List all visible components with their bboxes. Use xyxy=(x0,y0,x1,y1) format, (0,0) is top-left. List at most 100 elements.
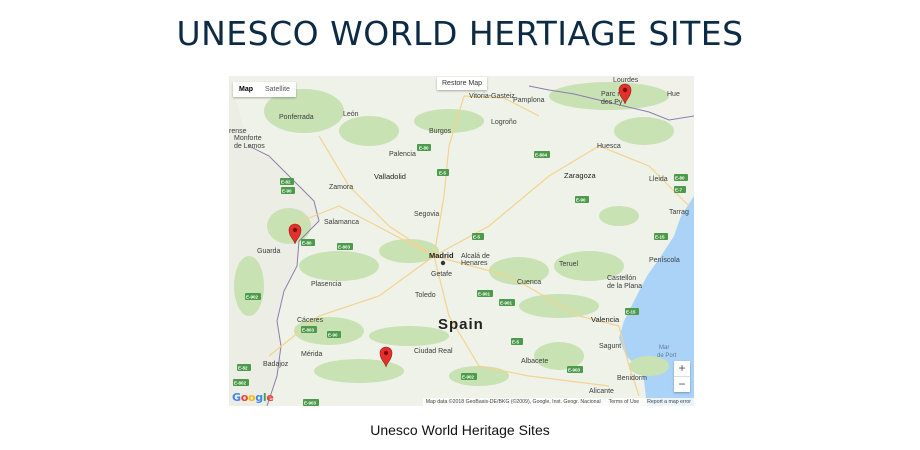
place-toledo: Toledo xyxy=(415,292,436,299)
road-shield: E-902 xyxy=(461,373,477,380)
place-segovia: Segovia xyxy=(414,211,439,218)
svg-text:E-902: E-902 xyxy=(246,295,259,300)
place-plasencia: Plasencia xyxy=(311,281,341,288)
capital-dot xyxy=(440,260,446,266)
place-castellon1: Castellón xyxy=(607,275,636,282)
place-huesca: Huesca xyxy=(597,143,621,150)
place-alcala2: Henares xyxy=(461,260,488,267)
road-shield: E-90 xyxy=(327,331,341,338)
svg-text:E-802: E-802 xyxy=(234,381,247,386)
road-shield: E-803 xyxy=(337,243,353,250)
road-shield: E-903 xyxy=(567,366,583,373)
road-shield: E-90 xyxy=(575,196,589,203)
road-shield: E-5 xyxy=(437,169,449,176)
place-parc2: des Py xyxy=(601,99,623,106)
place-lemos: de Lemos xyxy=(234,143,265,150)
terms-of-use-link[interactable]: Terms of Use xyxy=(609,399,640,405)
zoom-in-button[interactable]: + xyxy=(674,361,690,376)
place-salamanca: Salamanca xyxy=(324,219,359,226)
road-shield: E-802 xyxy=(233,379,249,386)
sea-label-2: de Port xyxy=(657,353,677,359)
road-shield: E-902 xyxy=(245,293,261,300)
place-palencia: Palencia xyxy=(389,151,416,158)
place-ponferrada: Ponferrada xyxy=(279,114,314,121)
svg-text:E-80: E-80 xyxy=(419,146,429,151)
road-shield: E-803 xyxy=(301,326,317,333)
place-sagunt: Sagunt xyxy=(599,343,621,350)
svg-text:E-5: E-5 xyxy=(439,171,447,176)
road-shield: E-5 xyxy=(472,233,484,240)
road-shield: E-80 xyxy=(417,144,431,151)
place-vitoria: Vitoria-Gasteiz xyxy=(469,93,515,100)
map-widget[interactable]: Mar de Port Vitoria-Gasteiz Pamplona Lou… xyxy=(229,76,694,406)
svg-text:E-903: E-903 xyxy=(568,368,581,373)
place-cuenca: Cuenca xyxy=(517,279,541,286)
road-shield: E-804 xyxy=(534,151,550,158)
place-zaragoza: Zaragoza xyxy=(564,171,597,180)
place-benidorm: Benidorm xyxy=(617,375,647,382)
svg-text:E-902: E-902 xyxy=(462,375,475,380)
svg-text:E-80: E-80 xyxy=(302,241,312,246)
place-alcala1: Alcalá de xyxy=(461,253,490,260)
place-logrono: Logroño xyxy=(491,119,517,126)
place-madrid: Madrid xyxy=(429,251,454,260)
place-valladolid: Valladolid xyxy=(374,172,406,181)
google-logo[interactable]: Google xyxy=(232,391,274,404)
svg-text:E-90: E-90 xyxy=(282,189,292,194)
svg-text:E-15: E-15 xyxy=(655,235,665,240)
svg-text:E-82: E-82 xyxy=(238,366,248,371)
road-shield: E-90 xyxy=(281,187,295,194)
zoom-control: + − xyxy=(674,361,690,392)
place-merida: Mérida xyxy=(301,351,323,358)
place-alicante: Alicante xyxy=(589,388,614,395)
svg-text:E-90: E-90 xyxy=(576,198,586,203)
svg-text:E-804: E-804 xyxy=(535,153,548,158)
place-burgos: Burgos xyxy=(429,128,452,135)
svg-text:E-901: E-901 xyxy=(500,301,513,306)
place-castellon2: de la Plana xyxy=(607,283,642,290)
place-monforte: Monforte xyxy=(234,135,262,142)
place-lleida: Lleida xyxy=(649,176,668,183)
road-shield: E-80 xyxy=(674,174,688,181)
svg-text:E-82: E-82 xyxy=(281,180,291,185)
road-shield: E-82 xyxy=(280,178,294,185)
map-type-map-button[interactable]: Map xyxy=(233,82,259,97)
place-caceres: Cáceres xyxy=(297,317,324,324)
place-leon: León xyxy=(343,111,359,118)
zoom-out-button[interactable]: − xyxy=(674,377,690,392)
svg-text:E-90: E-90 xyxy=(328,333,338,338)
road-shield: E-82 xyxy=(237,364,251,371)
road-shield: E-15 xyxy=(625,308,639,315)
place-badajoz: Badajoz xyxy=(263,361,289,368)
place-albacete: Albacete xyxy=(521,358,548,365)
restore-map-button[interactable]: Restore Map xyxy=(437,77,488,90)
road-shield: E-903 xyxy=(303,399,319,406)
svg-text:E-803: E-803 xyxy=(338,245,351,250)
place-hue: Hue xyxy=(667,91,680,98)
map-caption: Unesco World Heritage Sites xyxy=(370,422,550,438)
svg-text:E-7: E-7 xyxy=(675,188,683,193)
svg-text:E-15: E-15 xyxy=(626,310,636,315)
attribution-text: Map data ©2018 GeoBasis-DE/BKG (©2009), … xyxy=(425,399,601,405)
road-shield: E-901 xyxy=(477,290,493,297)
map-canvas[interactable]: Mar de Port Vitoria-Gasteiz Pamplona Lou… xyxy=(229,76,694,406)
road-shield: E-901 xyxy=(499,299,515,306)
svg-text:E-901: E-901 xyxy=(478,292,491,297)
place-pamplona: Pamplona xyxy=(513,97,545,104)
svg-text:E-903: E-903 xyxy=(304,401,317,406)
place-getafe: Getafe xyxy=(431,271,452,278)
road-shield: E-15 xyxy=(654,233,668,240)
report-map-error-link[interactable]: Report a map error xyxy=(647,399,691,405)
place-ciudadreal: Ciudad Real xyxy=(414,348,453,355)
place-teruel: Teruel xyxy=(559,261,579,268)
place-rense: rense xyxy=(229,128,247,135)
place-lourdes: Lourdes xyxy=(613,77,639,84)
place-guarda: Guarda xyxy=(257,248,280,255)
place-peniscola: Peníscola xyxy=(649,257,680,264)
map-type-satellite-button[interactable]: Satellite xyxy=(259,82,296,97)
svg-text:E-803: E-803 xyxy=(302,328,315,333)
map-type-control: Map Satellite xyxy=(233,82,296,97)
svg-text:E-80: E-80 xyxy=(675,176,685,181)
svg-text:E-5: E-5 xyxy=(512,340,520,345)
svg-text:E-5: E-5 xyxy=(473,235,481,240)
